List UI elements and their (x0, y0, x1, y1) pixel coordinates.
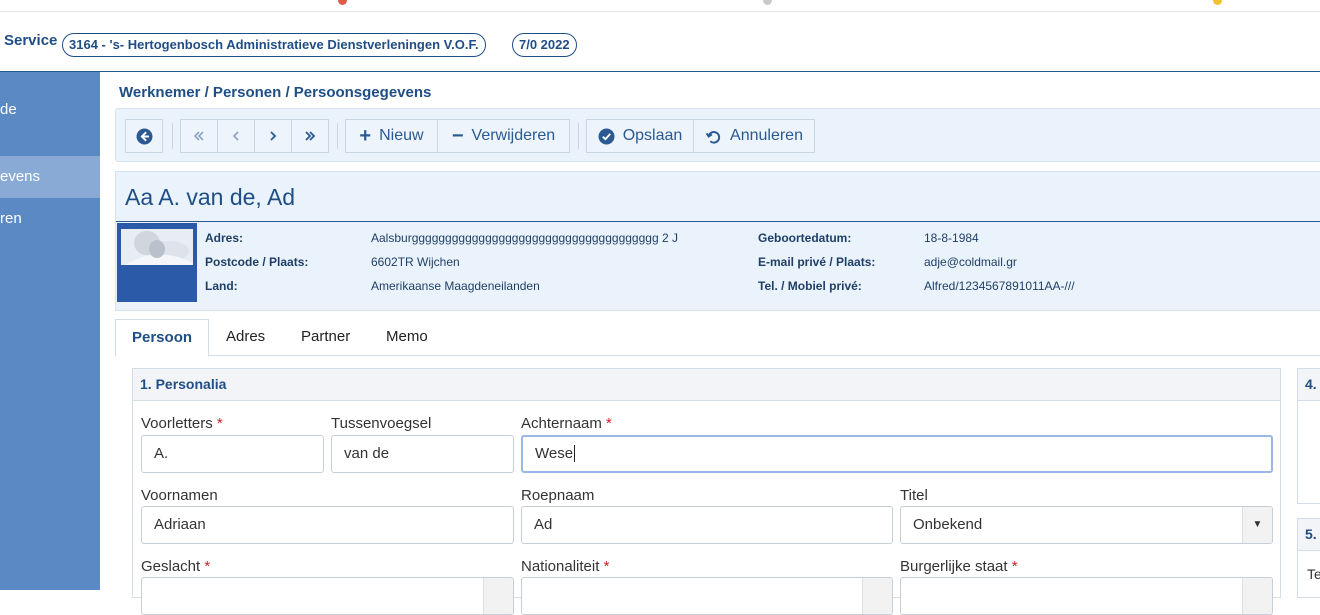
sidebar-item-3[interactable]: ren (0, 198, 100, 240)
section-header: 1. Personalia (133, 369, 1280, 401)
next-record-button[interactable] (254, 119, 292, 153)
section-5-title: 5. (1298, 519, 1320, 551)
brand-title: Service (4, 32, 58, 49)
personalia-section: 1. Personalia Voorletters * A. Tussenvoe… (132, 368, 1281, 615)
first-record-button[interactable] (180, 119, 218, 153)
new-button-label: Nieuw (379, 127, 424, 144)
chevron-right-icon (270, 131, 277, 141)
sidebar-item-persoonsgegevens[interactable]: evens (0, 156, 100, 198)
caret-down-icon[interactable] (483, 578, 513, 614)
save-button[interactable]: Opslaan (586, 119, 694, 153)
save-button-label: Opslaan (622, 127, 683, 144)
voornamen-field[interactable]: Adriaan (141, 506, 514, 544)
roepnaam-label: Roepnaam (521, 487, 595, 504)
address-value: Aalsburggggggggggggggggggggggggggggggggg… (371, 231, 678, 245)
birthdate-value: 18-8-1984 (924, 231, 979, 245)
nationaliteit-label: Nationaliteit * (521, 558, 610, 575)
plus-icon: + (359, 125, 372, 147)
voornamen-label: Voornamen (141, 487, 218, 504)
tussenvoegsel-label: Tussenvoegsel (331, 415, 432, 432)
person-summary-panel: Aa A. van de, Ad Adres: Postcode / Plaat… (115, 171, 1320, 311)
status-dot-icon (338, 0, 347, 5)
burgerlijke-staat-label: Burgerlijke staat * (900, 558, 1018, 575)
achternaam-label: Achternaam * (521, 415, 612, 432)
postcode-value: 6602TR Wijchen (371, 255, 460, 269)
phone-label: Tel. / Mobiel privé: (758, 279, 862, 293)
status-dot-icon (763, 0, 772, 5)
geslacht-select[interactable] (141, 577, 514, 615)
sidebar: de evens ren (0, 72, 100, 590)
tab-bar: Persoon Adres Partner Memo (115, 319, 1320, 357)
phone-value: Alfred/1234567891011AA-/// (924, 279, 1075, 293)
avatar (117, 223, 197, 302)
company-badge[interactable]: 3164 - 's- Hertogenbosch Administratieve… (62, 33, 486, 57)
tussenvoegsel-field[interactable]: van de (331, 435, 514, 473)
app-header: Service 3164 - 's- Hertogenbosch Adminis… (0, 12, 1320, 72)
check-circle-icon (598, 128, 615, 144)
tab-persoon[interactable]: Persoon (115, 319, 209, 357)
cancel-button[interactable]: Annuleren (693, 119, 815, 153)
tab-partner[interactable]: Partner (285, 319, 366, 356)
sidebar-item-1[interactable]: de (0, 89, 100, 131)
new-button[interactable]: + Nieuw (345, 119, 438, 153)
birthdate-label: Geboortedatum: (758, 231, 852, 245)
titel-select-value: Onbekend (913, 516, 983, 533)
postcode-label: Postcode / Plaats: (205, 255, 309, 269)
status-dot-icon (1213, 0, 1222, 5)
toolbar-separator (578, 123, 579, 149)
last-record-button[interactable] (291, 119, 329, 153)
burgerlijke-staat-select[interactable] (900, 577, 1273, 615)
section-4-title: 4. (1298, 369, 1320, 401)
titel-label: Titel (900, 487, 928, 504)
divider (116, 221, 1320, 222)
delete-button-label: Verwijderen (471, 127, 556, 144)
section-title: 1. Personalia (140, 376, 227, 392)
nationaliteit-select[interactable] (521, 577, 893, 615)
caret-down-icon[interactable] (1242, 578, 1272, 614)
email-label: E-mail privé / Plaats: (758, 255, 876, 269)
back-button[interactable] (125, 119, 163, 153)
arrow-circle-left-icon (136, 128, 152, 144)
caret-down-icon[interactable]: ▼ (1242, 507, 1272, 543)
minus-icon: − (451, 125, 464, 147)
breadcrumb: Werknemer / Personen / Persoonsgegevens (119, 84, 432, 101)
chevron-left-icon (232, 131, 239, 141)
address-label: Adres: (205, 231, 244, 245)
titel-select[interactable]: Onbekend ▼ (900, 506, 1273, 544)
email-value: adje@coldmail.gr (924, 255, 1017, 269)
section-5-field-label: Te (1307, 566, 1320, 582)
double-chevron-right-icon (305, 131, 316, 141)
geslacht-label: Geslacht * (141, 558, 211, 575)
caret-down-icon[interactable] (862, 578, 892, 614)
voorletters-field[interactable]: A. (141, 435, 324, 473)
double-chevron-left-icon (193, 131, 204, 141)
period-badge[interactable]: 7/0 2022 (512, 33, 577, 57)
undo-icon (705, 130, 721, 144)
top-strip (0, 0, 1320, 12)
country-value: Amerikaanse Maagdeneilanden (371, 279, 540, 293)
voorletters-label: Voorletters * (141, 415, 223, 432)
toolbar-separator (337, 123, 338, 149)
person-photo-icon (121, 229, 193, 265)
previous-record-button[interactable] (217, 119, 255, 153)
delete-button[interactable]: − Verwijderen (437, 119, 570, 153)
achternaam-field[interactable]: Wese (521, 435, 1273, 473)
roepnaam-field[interactable]: Ad (521, 506, 893, 544)
country-label: Land: (205, 279, 238, 293)
tab-adres[interactable]: Adres (210, 319, 281, 356)
person-name-title: Aa A. van de, Ad (125, 184, 296, 210)
cancel-button-label: Annuleren (730, 127, 803, 144)
toolbar-separator (172, 123, 173, 149)
section-4-card: 4. (1297, 368, 1320, 504)
section-5-card: 5. Te (1297, 518, 1320, 598)
toolbar: + Nieuw − Verwijderen Opslaan Annuleren (115, 108, 1320, 162)
tab-memo[interactable]: Memo (370, 319, 444, 356)
